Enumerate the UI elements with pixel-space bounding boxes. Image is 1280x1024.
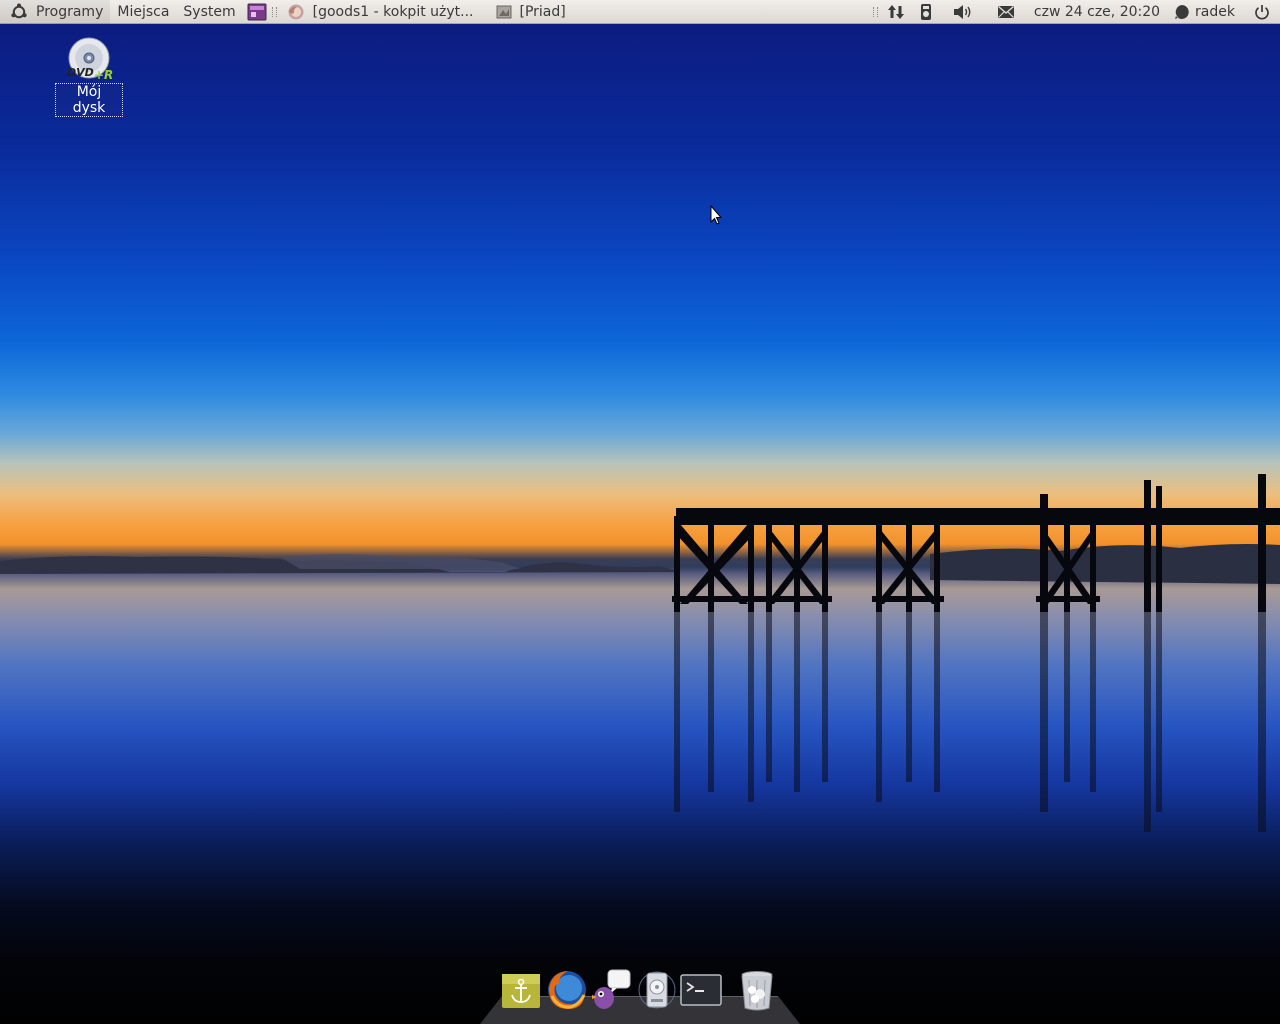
dock-item-pidgin[interactable]: [590, 968, 632, 1012]
dock: [480, 968, 800, 1024]
dock-item-trash[interactable]: [736, 968, 778, 1012]
dock-item-firefox[interactable]: [546, 968, 588, 1012]
task-priad-label: [Priad]: [519, 3, 566, 20]
firefox-icon: [548, 971, 586, 1010]
menu-system-label: System: [183, 3, 236, 20]
panel-grip[interactable]: [271, 6, 277, 17]
clock[interactable]: czw 24 cze, 20:20: [1027, 0, 1167, 24]
desktop-icon-label: Mój dysk: [55, 83, 123, 117]
dock-item-anchor[interactable]: [500, 968, 542, 1012]
show-desktop-button[interactable]: [243, 0, 269, 24]
applications-menu[interactable]: Programy: [0, 0, 111, 24]
trash-icon: [741, 971, 773, 1011]
window-icon: [496, 4, 512, 20]
task-firefox-label: [goods1 - kokpit użyt...: [312, 3, 474, 20]
pidgin-icon: [592, 969, 631, 1009]
svg-text:DVD: DVD: [67, 66, 94, 79]
mouse-pointer-icon: [710, 204, 723, 225]
menu-programy[interactable]: Programy: [36, 4, 103, 20]
dvd-r-icon: DVD +R: [67, 37, 113, 82]
top-panel: Programy Miejsca System [goods1 - kokpit…: [0, 0, 1280, 24]
messaging-indicator[interactable]: [985, 0, 1027, 24]
terminal-icon: [680, 974, 722, 1006]
menu-miejsca-label: Miejsca: [117, 3, 170, 20]
power-icon: [1254, 4, 1270, 20]
panel-grip-right[interactable]: [872, 6, 878, 17]
clock-label: czw 24 cze, 20:20: [1033, 3, 1161, 20]
wallpaper: [0, 204, 1280, 832]
firefox-icon: [287, 3, 305, 21]
device-indicator[interactable]: [911, 0, 941, 24]
svg-text:+R: +R: [94, 68, 113, 82]
desktop-icon-my-disk[interactable]: DVD +R Mój dysk: [55, 36, 123, 117]
network-indicator[interactable]: [881, 0, 911, 24]
wallpaper-reflection: [674, 612, 1266, 832]
disk-utility-icon: [638, 971, 676, 1009]
task-priad[interactable]: [Priad]: [489, 0, 573, 24]
user-menu[interactable]: radek: [1167, 0, 1242, 24]
speaker-icon: [953, 4, 973, 20]
task-firefox[interactable]: [goods1 - kokpit użyt...: [280, 0, 481, 24]
ubuntu-logo-icon: [10, 3, 28, 21]
menu-miejsca[interactable]: Miejsca: [110, 0, 176, 24]
wallpaper-pier: [672, 474, 1280, 612]
show-desktop-icon: [247, 3, 267, 21]
anchor-icon: [502, 974, 540, 1008]
volume-indicator[interactable]: [941, 0, 985, 24]
menu-system[interactable]: System: [176, 0, 242, 24]
media-player-icon: [920, 3, 932, 21]
user-status-icon: [1174, 4, 1190, 20]
user-name: radek: [1195, 3, 1235, 20]
session-menu[interactable]: [1242, 0, 1280, 24]
dock-item-disk-utility[interactable]: [636, 968, 678, 1012]
desktop[interactable]: DVD +R Mój dysk: [0, 24, 1280, 1024]
envelope-icon: [997, 5, 1015, 19]
network-arrows-icon: [887, 3, 905, 21]
dock-item-terminal[interactable]: [680, 968, 722, 1012]
